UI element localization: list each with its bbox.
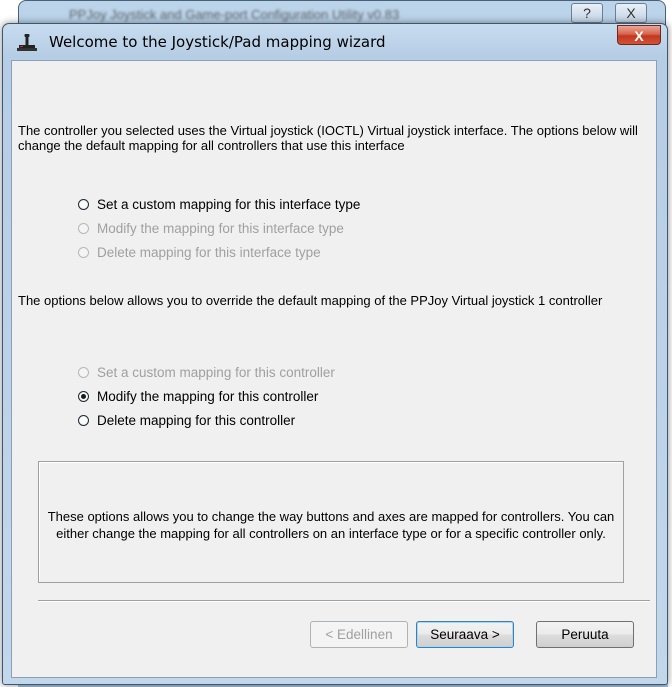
radio-label: Modify the mapping for this controller [97,388,319,404]
parent-window-title: PPJoy Joystick and Game-port Configurati… [69,7,400,22]
info-box: These options allows you to change the w… [38,461,624,583]
radio-modify-controller[interactable]: Modify the mapping for this controller [78,387,318,405]
cancel-button[interactable]: Peruuta [536,621,634,648]
radio-delete-controller[interactable]: Delete mapping for this controller [78,411,295,429]
dialog-close-button[interactable]: X [617,25,661,45]
parent-close-button[interactable]: X [615,3,647,23]
radio-delete-interface[interactable]: Delete mapping for this interface type [78,243,321,261]
dialog-titlebar[interactable]: Welcome to the Joystick/Pad mapping wiza… [3,24,667,60]
dialog-client-area: The controller you selected uses the Vir… [11,60,657,678]
radio-button-icon[interactable] [78,366,89,378]
radio-label: Modify the mapping for this interface ty… [97,220,344,236]
back-button[interactable]: < Edellinen [310,621,408,648]
radio-label: Delete mapping for this interface type [97,244,321,260]
radio-set-custom-controller[interactable]: Set a custom mapping for this controller [78,363,335,381]
radio-label: Set a custom mapping for this controller [97,364,335,380]
interface-intro-text: The controller you selected uses the Vir… [18,123,638,153]
separator [38,600,650,602]
mapping-wizard-dialog: Welcome to the Joystick/Pad mapping wiza… [2,23,668,685]
radio-modify-interface[interactable]: Modify the mapping for this interface ty… [78,219,344,237]
radio-label: Set a custom mapping for this interface … [97,196,361,212]
joystick-icon [17,34,37,52]
radio-button-icon[interactable] [78,246,89,258]
radio-button-checked-icon[interactable] [78,390,89,402]
info-text: These options allows you to change the w… [47,509,615,541]
radio-button-icon[interactable] [78,414,89,426]
radio-button-icon[interactable] [78,198,89,210]
parent-help-button[interactable]: ? [571,3,603,23]
radio-set-custom-interface[interactable]: Set a custom mapping for this interface … [78,195,360,213]
dialog-title: Welcome to the Joystick/Pad mapping wiza… [49,33,386,51]
radio-label: Delete mapping for this controller [97,412,296,428]
next-button[interactable]: Seuraava > [416,621,514,648]
controller-intro-text: The options below allows you to override… [18,293,603,308]
radio-button-icon[interactable] [78,222,89,234]
